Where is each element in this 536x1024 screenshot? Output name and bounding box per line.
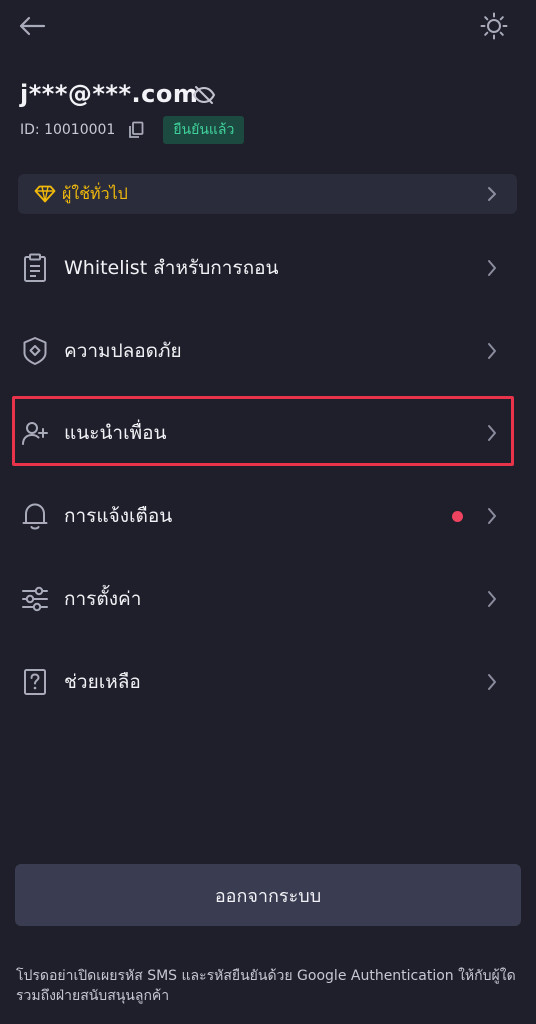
menu-item-label: การตั้งค่า xyxy=(64,588,142,610)
uid-row: ID: 10010001 ยืนยันแล้ว xyxy=(20,116,245,144)
diamond-icon xyxy=(34,184,56,204)
copy-icon xyxy=(129,121,144,138)
menu-item-security[interactable]: ความปลอดภัย xyxy=(0,321,536,381)
chevron-right-icon xyxy=(484,670,500,694)
chevron-right-icon xyxy=(484,421,500,445)
menu-item-help[interactable]: ช่วยเหลือ xyxy=(0,652,536,712)
shield-icon xyxy=(20,336,50,366)
copy-uid-button[interactable] xyxy=(127,120,145,140)
menu-item-label: การแจ้งเตือน xyxy=(64,505,173,527)
help-icon xyxy=(20,667,50,697)
menu-item-label: ช่วยเหลือ xyxy=(64,671,141,693)
logout-button[interactable]: ออกจากระบบ xyxy=(15,864,521,926)
vip-level-label: ผู้ใช้ทั่วไป xyxy=(62,183,128,203)
verified-badge: ยืนยันแล้ว xyxy=(163,116,245,144)
menu-item-label: แนะนำเพื่อน xyxy=(64,422,167,444)
bell-icon xyxy=(20,501,50,531)
eye-off-icon xyxy=(192,86,216,104)
menu-item-label: ความปลอดภัย xyxy=(64,340,182,362)
menu-item-withdraw-whitelist[interactable]: Whitelist สำหรับการถอน xyxy=(0,238,536,298)
menu-item-settings[interactable]: การตั้งค่า xyxy=(0,569,536,629)
chevron-right-icon xyxy=(484,256,500,280)
vip-level-bar[interactable]: ผู้ใช้ทั่วไป xyxy=(18,174,517,214)
account-email: j***@***.com xyxy=(20,80,199,108)
arrow-left-icon xyxy=(19,16,46,36)
back-button[interactable] xyxy=(14,8,50,44)
chevron-right-icon xyxy=(484,339,500,363)
chevron-right-icon xyxy=(484,587,500,611)
sun-icon xyxy=(480,12,508,40)
toggle-visibility-button[interactable] xyxy=(190,82,218,108)
chevron-right-icon xyxy=(484,504,500,528)
notification-dot xyxy=(452,510,463,522)
menu-item-refer-friend[interactable]: แนะนำเพื่อน xyxy=(0,403,536,463)
menu-item-label: Whitelist สำหรับการถอน xyxy=(64,257,279,279)
menu-item-notifications[interactable]: การแจ้งเตือน xyxy=(0,486,536,546)
chevron-right-icon xyxy=(485,184,499,204)
theme-toggle-button[interactable] xyxy=(476,8,512,44)
user-id: ID: 10010001 xyxy=(20,122,116,138)
security-warning-note: โปรดอย่าเปิดเผยรหัส SMS และรหัสยืนยันด้ว… xyxy=(16,968,516,1004)
sliders-icon xyxy=(20,584,50,614)
clipboard-list-icon xyxy=(20,253,50,283)
user-plus-icon xyxy=(20,418,50,448)
